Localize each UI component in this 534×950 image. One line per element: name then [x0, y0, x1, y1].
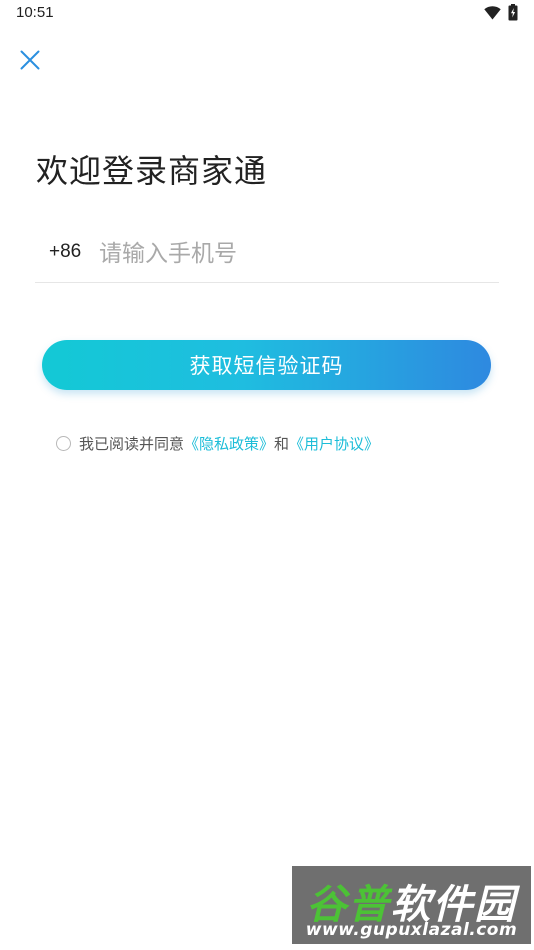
battery-charging-icon — [508, 4, 518, 21]
wifi-icon — [484, 6, 501, 20]
user-agreement-link[interactable]: 《用户协议》 — [289, 433, 379, 454]
watermark-logo: 谷普软件园 www.gupuxlazal.com — [292, 866, 531, 944]
country-code[interactable]: +86 — [49, 241, 81, 263]
phone-input-row: +86 — [35, 226, 499, 283]
agreement-checkbox[interactable] — [56, 436, 71, 451]
agreement-row: 我已阅读并同意《隐私政策》和《用户协议》 — [56, 433, 379, 455]
close-icon[interactable] — [18, 48, 42, 72]
agreement-text: 我已阅读并同意 — [79, 435, 185, 453]
page-title: 欢迎登录商家通 — [36, 152, 268, 190]
privacy-policy-link[interactable]: 《隐私政策》 — [184, 433, 274, 454]
agreement-conjunction: 和 — [274, 435, 290, 453]
get-sms-code-button[interactable]: 获取短信验证码 — [42, 340, 491, 390]
watermark-url: www.gupuxlazal.com — [305, 920, 518, 940]
status-time: 10:51 — [16, 4, 54, 21]
status-bar: 10:51 — [0, 0, 534, 28]
phone-number-input[interactable] — [99, 234, 489, 274]
